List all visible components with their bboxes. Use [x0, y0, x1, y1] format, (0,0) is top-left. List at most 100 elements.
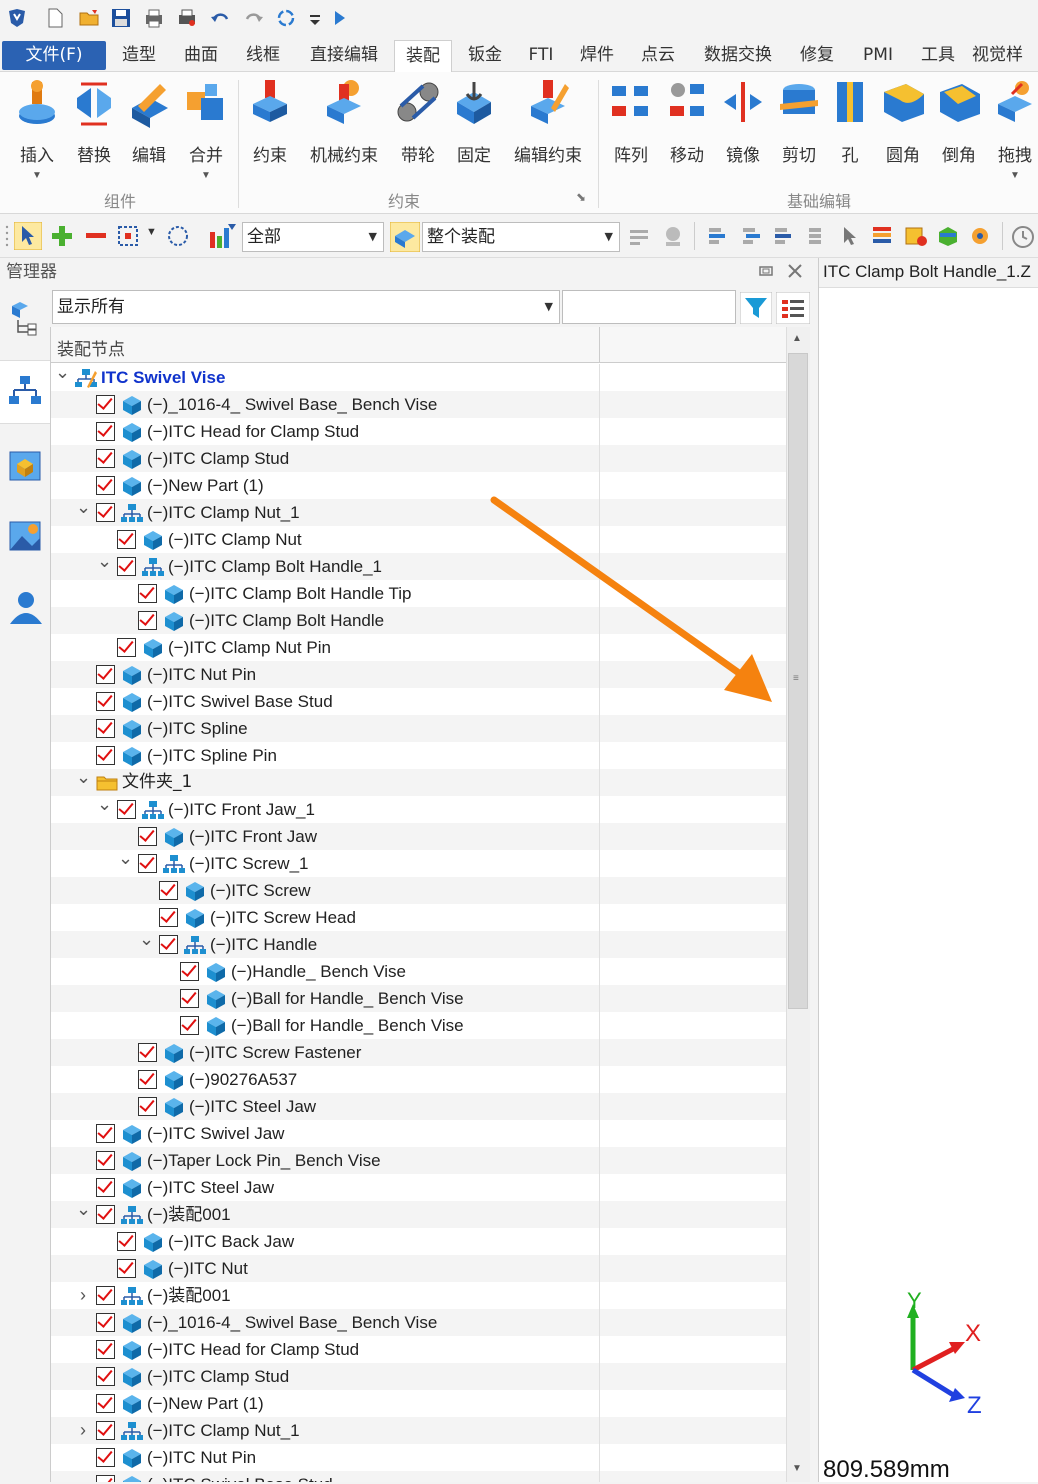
tree-row[interactable]: ⌄ ITC Swivel Vise [51, 362, 786, 391]
collapse-chevron-icon[interactable]: ⌄ [76, 494, 91, 521]
tab-repair[interactable]: 修复 [790, 40, 844, 72]
selection-filter-combo[interactable]: 全部 ▼ [242, 222, 384, 252]
tree-row[interactable]: ⌄ (−)ITC Handle [51, 929, 786, 958]
visibility-checkbox[interactable] [96, 1124, 115, 1143]
merge-button[interactable]: 合并 ▼ [178, 78, 234, 181]
cut-button[interactable]: 剪切 [771, 78, 827, 166]
list-view-icon[interactable] [870, 224, 894, 248]
play-icon[interactable] [329, 7, 351, 29]
visibility-checkbox[interactable] [138, 1097, 157, 1116]
visibility-checkbox[interactable] [180, 989, 199, 1008]
align-center-icon[interactable] [740, 224, 764, 248]
tree-row[interactable]: ⌄ (−)ITC Screw_1 [51, 848, 786, 877]
tab-file[interactable]: 文件(F) [2, 41, 106, 70]
close-icon[interactable] [786, 262, 804, 280]
chevron-down-icon[interactable]: ▼ [9, 170, 65, 181]
visibility-checkbox[interactable] [96, 476, 115, 495]
drag-button[interactable]: 拖拽 ▼ [987, 78, 1038, 181]
tree-row[interactable]: (−)ITC Swivel Base Stud [51, 1471, 786, 1482]
tree-row[interactable]: (−)ITC Nut [51, 1255, 786, 1282]
tab-direct-edit[interactable]: 直接编辑 [298, 40, 390, 72]
tree-row[interactable]: (−)ITC Nut Pin [51, 1444, 786, 1471]
tab-assembly[interactable]: 装配 [394, 40, 452, 73]
assembly-scope-icon[interactable] [390, 222, 420, 252]
app-logo-icon[interactable] [6, 7, 28, 29]
insert-button[interactable]: 插入 ▼ [9, 78, 65, 181]
tab-sheet-metal[interactable]: 钣金 [458, 40, 512, 72]
tree-row[interactable]: (−)ITC Head for Clamp Stud [51, 418, 786, 445]
settings-gear-icon[interactable] [968, 224, 992, 248]
tree-row[interactable]: (−)_1016-4_ Swivel Base_ Bench Vise [51, 391, 786, 418]
visibility-checkbox[interactable] [96, 395, 115, 414]
visibility-checkbox[interactable] [96, 719, 115, 738]
pattern-button[interactable]: 阵列 [603, 78, 659, 166]
tree-row[interactable]: (−)ITC Front Jaw [51, 823, 786, 850]
redo-icon[interactable] [243, 7, 265, 29]
visibility-checkbox[interactable] [96, 1448, 115, 1467]
tab-fti[interactable]: FTI [518, 40, 564, 72]
tree-row[interactable]: ⌄ 文件夹_1 [51, 767, 786, 796]
collapse-chevron-icon[interactable]: ⌄ [55, 359, 70, 386]
visibility-checkbox[interactable] [96, 1286, 115, 1305]
tree-row[interactable]: (−)ITC Steel Jaw [51, 1174, 786, 1201]
visibility-checkbox[interactable] [96, 1421, 115, 1440]
tree-row[interactable]: ⌄ (−)ITC Front Jaw_1 [51, 794, 786, 823]
clock-icon[interactable] [1010, 224, 1036, 250]
chevron-down-icon[interactable]: ▼ [178, 170, 234, 181]
visibility-checkbox[interactable] [117, 1259, 136, 1278]
visibility-checkbox[interactable] [159, 881, 178, 900]
tree-row[interactable]: (−)Ball for Handle_ Bench Vise [51, 1012, 786, 1039]
distribute-icon[interactable] [806, 224, 830, 248]
chevron-down-icon[interactable]: ▼ [146, 226, 157, 238]
save-icon[interactable] [110, 7, 132, 29]
tree-row[interactable]: (−)90276A537 [51, 1066, 786, 1093]
visibility-checkbox[interactable] [117, 638, 136, 657]
replace-button[interactable]: 替换 [66, 78, 122, 166]
dialog-launcher-icon[interactable]: ⬊ [576, 190, 586, 204]
tree-row[interactable]: › (−)装配001 [51, 1282, 786, 1309]
belt-button[interactable]: 带轮 [390, 78, 446, 166]
add-icon[interactable] [50, 224, 74, 248]
tree-row[interactable]: (−)ITC Screw [51, 877, 786, 904]
collapse-chevron-icon[interactable]: ⌄ [118, 845, 133, 872]
visibility-checkbox[interactable] [96, 665, 115, 684]
visibility-checkbox[interactable] [117, 1232, 136, 1251]
document-tab-title[interactable]: ITC Clamp Bolt Handle_1.Z [823, 262, 1031, 282]
scroll-up-icon[interactable]: ▲ [792, 333, 802, 344]
constraint-button[interactable]: 约束 [242, 78, 298, 166]
tree-row[interactable]: (−)ITC Head for Clamp Stud [51, 1336, 786, 1363]
tree-row[interactable]: (−)Ball for Handle_ Bench Vise [51, 985, 786, 1012]
ref-component-icon[interactable] [660, 224, 686, 250]
tree-row[interactable]: (−)ITC Back Jaw [51, 1228, 786, 1255]
visibility-checkbox[interactable] [180, 962, 199, 981]
new-file-icon[interactable] [44, 7, 66, 29]
mirror-button[interactable]: 镜像 [715, 78, 771, 166]
chamfer-button[interactable]: 倒角 [931, 78, 987, 166]
tree-row[interactable]: (−)Taper Lock Pin_ Bench Vise [51, 1147, 786, 1174]
tab-data-exchange[interactable]: 数据交换 [694, 40, 782, 72]
move-button[interactable]: 移动 [659, 78, 715, 166]
visibility-checkbox[interactable] [138, 1070, 157, 1089]
column-header-assembly-node[interactable]: 装配节点 [57, 335, 125, 360]
open-folder-icon[interactable] [78, 7, 100, 29]
fillet-button[interactable]: 圆角 [875, 78, 931, 166]
chevron-down-icon[interactable]: ▼ [987, 170, 1038, 181]
tree-row[interactable]: ⌄ (−)装配001 [51, 1199, 786, 1228]
tree-row[interactable]: (−)ITC Screw Head [51, 904, 786, 931]
fix-button[interactable]: 固定 [446, 78, 502, 166]
visibility-checkbox[interactable] [159, 908, 178, 927]
visibility-checkbox[interactable] [96, 449, 115, 468]
restore-icon[interactable] [758, 264, 774, 278]
filter-options-icon[interactable] [776, 292, 810, 324]
tree-row[interactable]: (−)Handle_ Bench Vise [51, 958, 786, 985]
tree-row[interactable]: (−)ITC Swivel Jaw [51, 1120, 786, 1147]
visibility-checkbox[interactable] [96, 746, 115, 765]
ref-geometry-icon[interactable] [626, 224, 652, 250]
visibility-checkbox[interactable] [96, 1151, 115, 1170]
collapse-chevron-icon[interactable]: ⌄ [76, 764, 91, 791]
visibility-checkbox[interactable] [138, 584, 157, 603]
assembly-tree-icon[interactable] [6, 372, 44, 412]
visibility-checkbox[interactable] [96, 503, 115, 522]
collapse-chevron-icon[interactable]: ⌄ [139, 926, 154, 953]
tab-tools[interactable]: 工具 [912, 40, 964, 72]
